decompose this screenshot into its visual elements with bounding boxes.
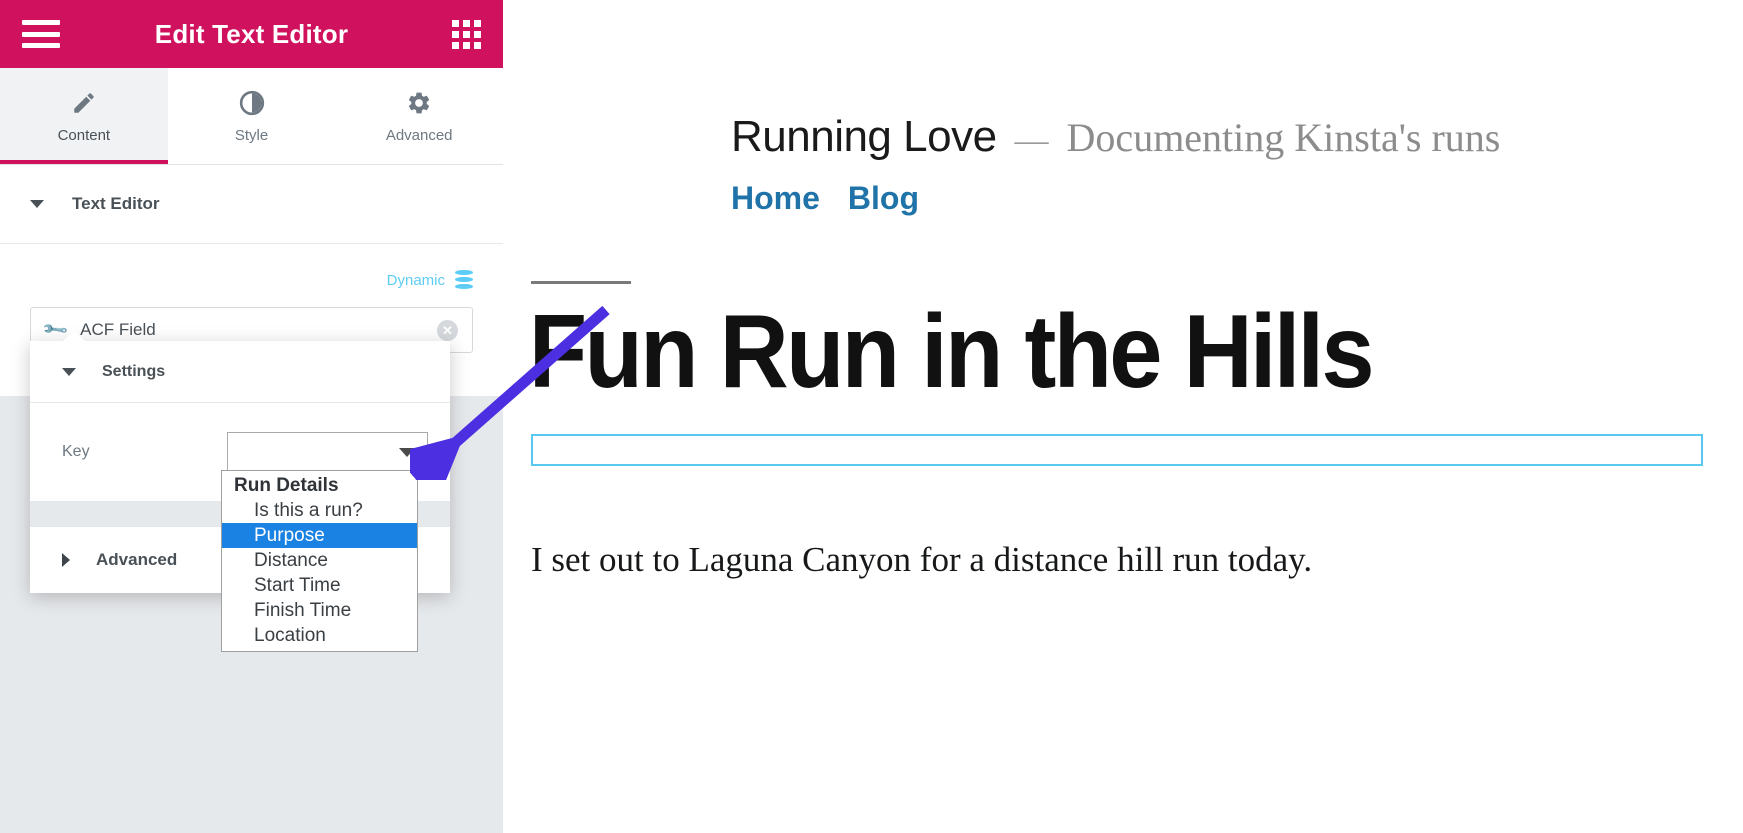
gear-icon — [406, 89, 432, 117]
tab-advanced-label: Advanced — [385, 126, 453, 144]
section-text-editor-label: Text Editor — [72, 194, 160, 213]
option-item[interactable]: Location — [222, 623, 417, 648]
section-text-editor[interactable]: Text Editor — [0, 165, 503, 244]
tab-style[interactable]: Style — [167, 68, 336, 164]
grid-apps-icon[interactable] — [452, 19, 481, 49]
panel-tabs: Content Style Advanced — [0, 68, 503, 165]
key-select-options: Run Details Is this a run? Purpose Dista… — [221, 470, 418, 652]
panel-header: Edit Text Editor — [0, 0, 503, 68]
chevron-right-icon — [62, 553, 70, 567]
screen: Edit Text Editor Content Style Advanced … — [0, 0, 1743, 833]
site-preview: Running Love — Documenting Kinsta's runs… — [503, 0, 1743, 833]
post-divider-rule — [531, 281, 631, 284]
tab-content-label: Content — [57, 126, 111, 144]
dynamic-toggle[interactable]: Dynamic — [30, 244, 473, 290]
option-item[interactable]: Is this a run? — [222, 498, 417, 523]
pencil-icon — [71, 89, 97, 117]
post-title[interactable]: Fun Run in the Hills — [503, 298, 1644, 406]
acf-field-value: ACF Field — [80, 320, 156, 339]
site-title[interactable]: Running Love — [731, 112, 997, 162]
post-body-wrap: I set out to Laguna Canyon for a distanc… — [503, 540, 1743, 580]
site-header: Running Love — Documenting Kinsta's runs… — [503, 0, 1743, 217]
selected-widget-outline[interactable] — [531, 434, 1703, 467]
chevron-down-icon — [30, 200, 44, 208]
clear-circle-icon[interactable]: ✕ — [437, 319, 458, 341]
nav-link-blog[interactable]: Blog — [848, 180, 919, 217]
dynamic-label[interactable]: Dynamic — [387, 272, 445, 289]
option-item[interactable]: Distance — [222, 548, 417, 573]
tab-content[interactable]: Content — [0, 68, 168, 164]
site-title-dash: — — [1014, 122, 1049, 159]
popover-settings-header[interactable]: Settings — [30, 341, 450, 403]
contrast-circle-icon — [239, 89, 265, 117]
site-title-line: Running Love — Documenting Kinsta's runs — [503, 112, 1743, 162]
option-item[interactable]: Finish Time — [222, 598, 417, 623]
hamburger-icon[interactable] — [22, 20, 60, 48]
site-nav: Home Blog — [503, 180, 1743, 217]
option-group-label: Run Details — [234, 475, 339, 496]
key-select[interactable] — [227, 432, 428, 472]
chevron-down-icon — [62, 367, 76, 376]
tab-advanced[interactable]: Advanced — [335, 68, 503, 164]
nav-link-home[interactable]: Home — [731, 180, 820, 217]
popover-settings-label: Settings — [102, 362, 166, 380]
site-tagline: Documenting Kinsta's runs — [1066, 115, 1501, 160]
elementor-panel: Edit Text Editor Content Style Advanced … — [0, 0, 503, 833]
key-label: Key — [62, 443, 90, 460]
option-item-selected[interactable]: Purpose — [222, 523, 417, 548]
database-stack-icon[interactable] — [455, 270, 473, 290]
post-body-text[interactable]: I set out to Laguna Canyon for a distanc… — [503, 540, 1743, 580]
chevron-down-icon — [399, 447, 415, 457]
option-item[interactable]: Start Time — [222, 573, 417, 598]
tab-style-label: Style — [234, 126, 269, 144]
popover-advanced-label: Advanced — [96, 550, 178, 569]
page-title: Edit Text Editor — [154, 18, 349, 49]
